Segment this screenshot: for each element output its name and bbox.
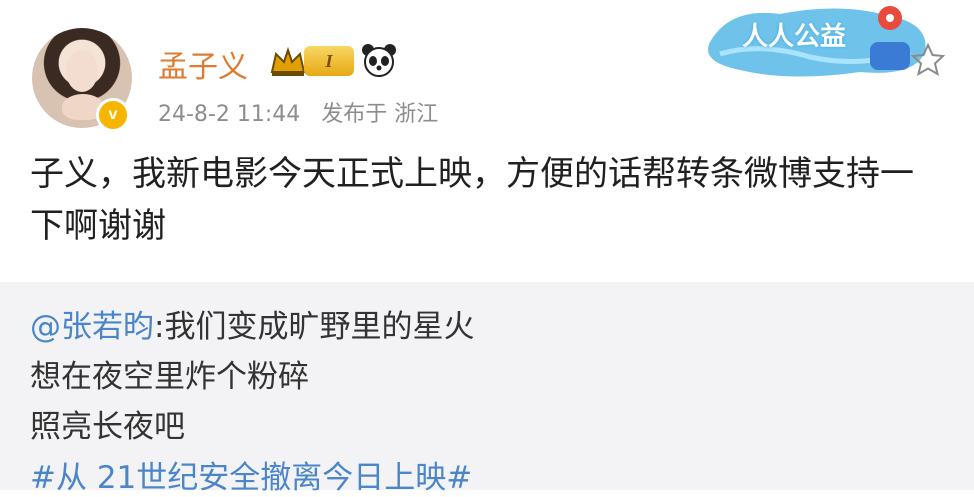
verified-icon: v	[96, 98, 130, 132]
post-content: 子义，我新电影今天正式上映，方便的话帮转条微博支持一下啊谢谢	[30, 154, 914, 246]
repost-line-1-text: :我们变成旷野里的星火	[154, 309, 475, 345]
repost-text: @张若昀:我们变成旷野里的星火 想在夜空里炸个粉碎 照亮长夜吧	[30, 302, 930, 452]
panda-icon	[362, 44, 396, 77]
post-date: 24-8-2 11:44	[158, 102, 301, 127]
repost-line-2: 想在夜空里炸个粉碎	[30, 359, 309, 395]
star-icon[interactable]	[910, 42, 946, 78]
mention-link[interactable]: @张若昀	[30, 309, 154, 345]
crown-icon	[270, 46, 306, 76]
post-location: 发布于 浙江	[321, 102, 439, 127]
repost-line-1: @张若昀:我们变成旷野里的星火	[30, 302, 930, 352]
username[interactable]: 孟子义	[158, 42, 248, 86]
charity-badge-label: 人人公益	[742, 22, 847, 52]
level-badge: I	[304, 46, 354, 76]
post-meta: 24-8-2 11:44 发布于 浙江	[158, 96, 452, 128]
repost-line-3: 照亮长夜吧	[30, 409, 185, 445]
hashtag-link[interactable]: #从 21世纪安全撤离今日上映#	[30, 452, 472, 497]
avatar-face	[66, 50, 98, 92]
